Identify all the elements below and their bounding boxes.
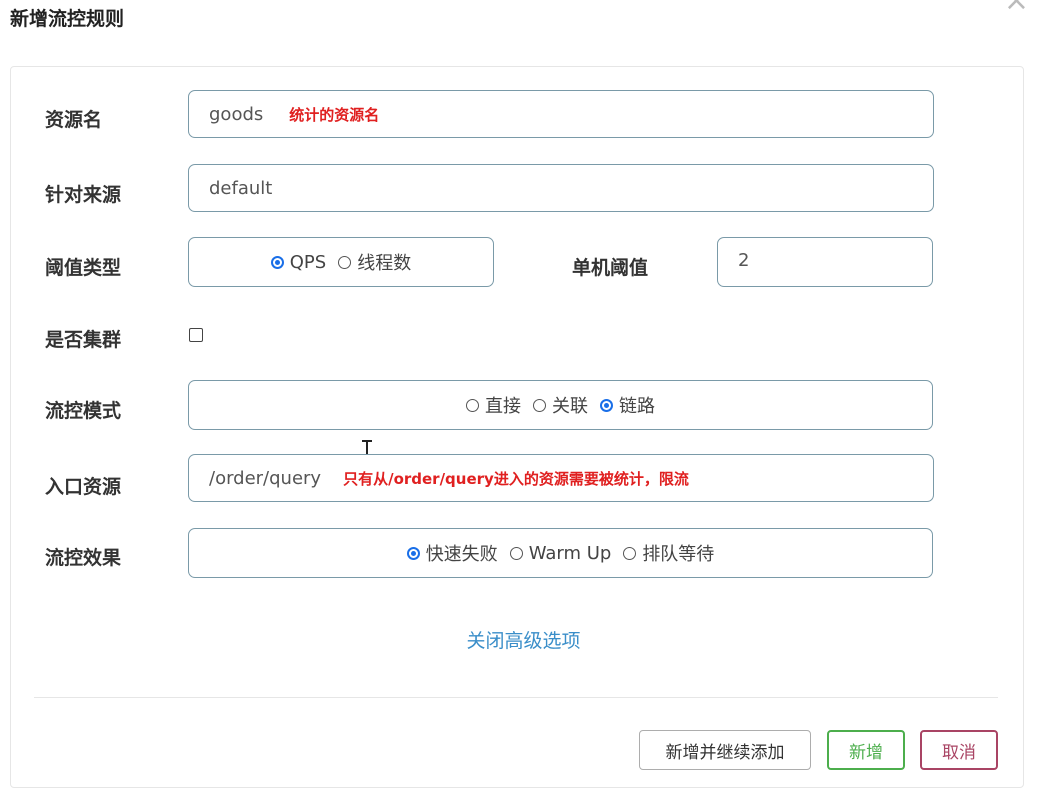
radio-queue-label: 排队等待 bbox=[642, 544, 715, 565]
radio-relate-button[interactable] bbox=[533, 398, 546, 412]
cluster-checkbox[interactable] bbox=[189, 328, 203, 342]
entry-resource-label: 入口资源 bbox=[45, 476, 122, 498]
entry-resource-input[interactable]: /order/query 只有从/order/query进入的资源需要被统计，限… bbox=[188, 454, 934, 502]
resource-name-input[interactable]: goods 统计的资源名 bbox=[188, 90, 934, 138]
radio-direct-button[interactable] bbox=[466, 398, 479, 412]
radio-direct[interactable]: 直接 bbox=[466, 392, 521, 418]
dialog-title: 新增流控规则 bbox=[10, 8, 125, 30]
limit-app-input[interactable]: default bbox=[188, 164, 934, 212]
limit-app-value: default bbox=[209, 177, 273, 199]
entry-resource-value: /order/query bbox=[209, 467, 322, 489]
cluster-mode-label: 是否集群 bbox=[45, 329, 122, 351]
single-threshold-label: 单机阈值 bbox=[572, 257, 649, 279]
radio-fast-fail[interactable]: 快速失败 bbox=[406, 540, 498, 566]
radio-qps-button[interactable] bbox=[270, 255, 284, 269]
threshold-type-label: 阈值类型 bbox=[45, 257, 122, 279]
radio-queue-button[interactable] bbox=[623, 546, 637, 560]
radio-relate-label: 关联 bbox=[552, 396, 588, 417]
radio-fast-fail-label: 快速失败 bbox=[425, 544, 498, 565]
threshold-type-radio-group: QPS 线程数 bbox=[188, 237, 494, 287]
radio-threads-label: 线程数 bbox=[357, 253, 412, 274]
limit-app-label: 针对来源 bbox=[45, 184, 122, 206]
divider bbox=[34, 697, 998, 698]
radio-fast-fail-button[interactable] bbox=[406, 546, 420, 560]
radio-threads-button[interactable] bbox=[338, 255, 352, 269]
radio-relate[interactable]: 关联 bbox=[533, 392, 588, 418]
radio-qps-label: QPS bbox=[289, 251, 327, 273]
radio-qps[interactable]: QPS bbox=[270, 251, 327, 273]
radio-chain-button[interactable] bbox=[600, 398, 613, 412]
cancel-button[interactable]: 取消 bbox=[920, 730, 998, 770]
close-icon[interactable]: × bbox=[1004, 0, 1029, 16]
add-and-continue-button[interactable]: 新增并继续添加 bbox=[639, 730, 811, 770]
resource-name-label: 资源名 bbox=[45, 109, 103, 131]
radio-queue[interactable]: 排队等待 bbox=[623, 540, 714, 566]
control-behavior-label: 流控效果 bbox=[45, 547, 122, 569]
close-advanced-options-link[interactable]: 关闭高级选项 bbox=[0, 626, 1047, 653]
radio-warm-up[interactable]: Warm Up bbox=[509, 542, 612, 564]
radio-warm-up-button[interactable] bbox=[509, 546, 523, 560]
radio-direct-label: 直接 bbox=[485, 396, 521, 417]
flow-mode-label: 流控模式 bbox=[45, 400, 122, 422]
single-threshold-input[interactable]: 2 bbox=[717, 237, 933, 287]
radio-threads[interactable]: 线程数 bbox=[338, 249, 411, 275]
control-behavior-radio-group: 快速失败 Warm Up 排队等待 bbox=[188, 528, 933, 578]
radio-warm-up-label: Warm Up bbox=[528, 542, 612, 564]
add-button[interactable]: 新增 bbox=[827, 730, 905, 770]
radio-chain[interactable]: 链路 bbox=[600, 392, 655, 418]
flow-mode-radio-group: 直接 关联 链路 bbox=[188, 380, 933, 430]
entry-resource-note: 只有从/order/query进入的资源需要被统计，限流 bbox=[343, 469, 689, 488]
resource-name-value: goods bbox=[209, 103, 264, 125]
single-threshold-value: 2 bbox=[738, 250, 750, 271]
resource-name-note: 统计的资源名 bbox=[289, 105, 380, 124]
radio-chain-label: 链路 bbox=[619, 396, 655, 417]
